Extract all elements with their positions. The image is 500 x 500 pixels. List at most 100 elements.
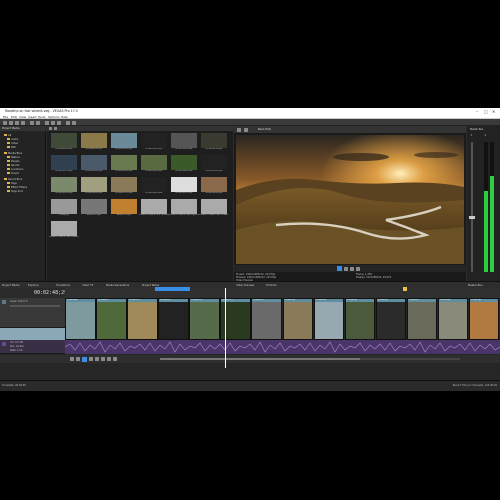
tree-item[interactable]: Tags Sort bbox=[7, 190, 23, 193]
video-clip[interactable]: DCIM0120 bbox=[189, 298, 220, 340]
video-clip[interactable]: DCIM0116 bbox=[158, 298, 189, 340]
tree-item[interactable]: Media Bins bbox=[4, 152, 22, 155]
tree-item[interactable]: Video bbox=[7, 142, 18, 145]
stop-icon[interactable] bbox=[101, 357, 105, 361]
minimize-button[interactable]: – bbox=[476, 109, 478, 114]
tab-video-fx[interactable]: Video FX bbox=[82, 284, 93, 287]
media-thumbnail[interactable]: DCIM0172.mp4 bbox=[109, 177, 139, 199]
video-clip[interactable]: DCIM0140 bbox=[313, 298, 345, 340]
next-frame-icon[interactable] bbox=[113, 357, 117, 361]
media-thumbnail[interactable]: DCIM0136.mp4 bbox=[79, 155, 109, 177]
tab-transitions[interactable]: Transitions bbox=[56, 284, 70, 287]
close-button[interactable]: ✕ bbox=[492, 109, 495, 114]
video-clip[interactable]: DCIM0127 bbox=[251, 298, 282, 340]
level-slider[interactable] bbox=[10, 305, 60, 307]
envelope-tool-icon[interactable] bbox=[72, 120, 76, 125]
video-clip[interactable]: DCIM0161 bbox=[406, 298, 438, 340]
cut-icon[interactable] bbox=[45, 120, 49, 125]
copy-icon[interactable] bbox=[51, 120, 55, 125]
media-thumbnail[interactable]: DCIM0161.mp4 bbox=[49, 177, 79, 199]
tree-item[interactable]: People bbox=[7, 160, 20, 163]
video-clip[interactable]: DCIM0185 bbox=[468, 298, 500, 340]
tree-item[interactable]: All bbox=[4, 134, 11, 137]
tree-item[interactable]: Audio bbox=[7, 138, 18, 141]
pause-icon[interactable] bbox=[344, 266, 348, 271]
tab-media-generators[interactable]: Media Generators bbox=[106, 284, 129, 287]
tree-item[interactable]: Nature bbox=[7, 156, 20, 159]
render-icon[interactable] bbox=[21, 120, 25, 125]
media-thumbnail[interactable]: DCIM0110.mp4 bbox=[109, 133, 139, 155]
tree-item[interactable]: Locations bbox=[7, 168, 23, 171]
timeline-scrollbar[interactable] bbox=[160, 358, 460, 360]
video-clip[interactable]: DCIM0168 bbox=[437, 298, 469, 340]
media-thumbnail[interactable]: DCIM0140.mp4 bbox=[109, 155, 139, 177]
video-clip[interactable]: DCIM0084 bbox=[65, 298, 96, 340]
media-thumbnail[interactable]: title.png bbox=[49, 199, 79, 221]
tree-item[interactable]: Smart Bins bbox=[4, 178, 22, 181]
prev-frame-icon[interactable] bbox=[107, 357, 111, 361]
media-thumbnail[interactable]: DCIM0116.mp4 bbox=[139, 133, 169, 155]
loop-playback-icon[interactable] bbox=[76, 357, 80, 361]
tab-trimmer[interactable]: Trimmer bbox=[266, 284, 277, 287]
tab-video-preview[interactable]: Video Preview bbox=[236, 284, 254, 287]
paste-icon[interactable] bbox=[57, 120, 61, 125]
media-thumbnail[interactable]: DCIM0185.mp4 bbox=[169, 177, 199, 199]
media-thumbnail[interactable]: VEGAS Titles & Text Lower Single bbox=[199, 199, 229, 221]
cursor-tool-icon[interactable] bbox=[66, 120, 70, 125]
tab-master-bus[interactable]: Master Bus bbox=[468, 284, 482, 287]
new-project-icon[interactable] bbox=[3, 120, 7, 125]
record-icon[interactable] bbox=[70, 357, 74, 361]
marker[interactable] bbox=[403, 287, 407, 291]
tree-item[interactable]: Sports bbox=[7, 164, 19, 167]
stop-icon[interactable] bbox=[350, 266, 354, 271]
media-thumbnail[interactable]: DCIM0168.mp4 bbox=[79, 177, 109, 199]
media-thumbnail[interactable]: VEGAS Titles & Text Lower Left Lined bbox=[49, 221, 79, 243]
preview-settings-icon[interactable] bbox=[237, 127, 241, 132]
video-clip[interactable]: DCIM0150 bbox=[375, 298, 407, 340]
playhead[interactable] bbox=[225, 288, 226, 368]
maximize-button[interactable]: □ bbox=[484, 109, 488, 114]
video-clip[interactable]: DCIM0136 bbox=[282, 298, 314, 340]
media-thumbnail[interactable]: DCIM0180.mp4 bbox=[139, 177, 169, 199]
tree-item[interactable]: Effect Filters bbox=[7, 186, 27, 189]
media-thumbnail[interactable]: DCIM0144.mp4 bbox=[139, 155, 169, 177]
media-thumbnail[interactable]: sound 1.mp3 bbox=[79, 199, 109, 221]
media-thumbnail[interactable]: DCIM0146.mp4 bbox=[169, 155, 199, 177]
video-clip[interactable]: DCIM0110 bbox=[127, 298, 158, 340]
scrollbar-thumb[interactable] bbox=[160, 358, 360, 360]
tree-item[interactable]: Travel bbox=[7, 172, 19, 175]
redo-icon[interactable] bbox=[36, 120, 40, 125]
audio-clip[interactable] bbox=[64, 340, 500, 354]
preview-quality[interactable]: Best (Full) bbox=[258, 128, 271, 131]
play-icon[interactable] bbox=[337, 266, 342, 271]
tree-item[interactable]: Tags bbox=[7, 182, 17, 185]
play-icon[interactable] bbox=[89, 357, 93, 361]
media-thumbnail[interactable]: DCIM0084.mp4 bbox=[49, 133, 79, 155]
media-thumbnail[interactable]: VEGAS Titles & Text Shadow Bottom bbox=[139, 199, 169, 221]
open-icon[interactable] bbox=[9, 120, 13, 125]
pause-icon[interactable] bbox=[95, 357, 99, 361]
tab-explorer[interactable]: Explorer bbox=[28, 284, 39, 287]
media-thumbnail[interactable]: DCIM0099.mp4 bbox=[79, 133, 109, 155]
media-thumbnail[interactable]: VEGAS Titles & Text Light and Shadow bbox=[169, 199, 199, 221]
media-thumbnail[interactable]: DCIM0127.mp4 bbox=[49, 155, 79, 177]
split-screen-icon[interactable] bbox=[244, 127, 248, 132]
play-from-start-icon[interactable] bbox=[82, 356, 87, 362]
import-media-icon[interactable] bbox=[49, 126, 52, 130]
video-clip[interactable]: DCIM0099 bbox=[96, 298, 127, 340]
tab-project-media[interactable]: Project Media bbox=[2, 284, 20, 287]
thumbnail-label: title.png bbox=[59, 214, 69, 216]
views-icon[interactable] bbox=[54, 126, 57, 130]
video-clip[interactable]: DCIM0144 bbox=[344, 298, 376, 340]
tree-item[interactable]: Still bbox=[7, 146, 16, 149]
loop-icon[interactable] bbox=[356, 266, 360, 271]
media-thumbnail[interactable]: DCIM0120.mp4 bbox=[169, 133, 199, 155]
media-thumbnail[interactable]: DCIM0189.mp4 bbox=[199, 177, 229, 199]
save-icon[interactable] bbox=[15, 120, 19, 125]
media-thumbnail[interactable]: DCIM0121.mp4 bbox=[199, 133, 229, 155]
fader-handle[interactable] bbox=[469, 216, 475, 219]
media-thumbnail[interactable]: saved 1.mp4 bbox=[109, 199, 139, 221]
media-thumbnail[interactable]: DCIM0150.mp4 bbox=[199, 155, 229, 177]
loop-region[interactable] bbox=[155, 287, 190, 291]
undo-icon[interactable] bbox=[30, 120, 34, 125]
